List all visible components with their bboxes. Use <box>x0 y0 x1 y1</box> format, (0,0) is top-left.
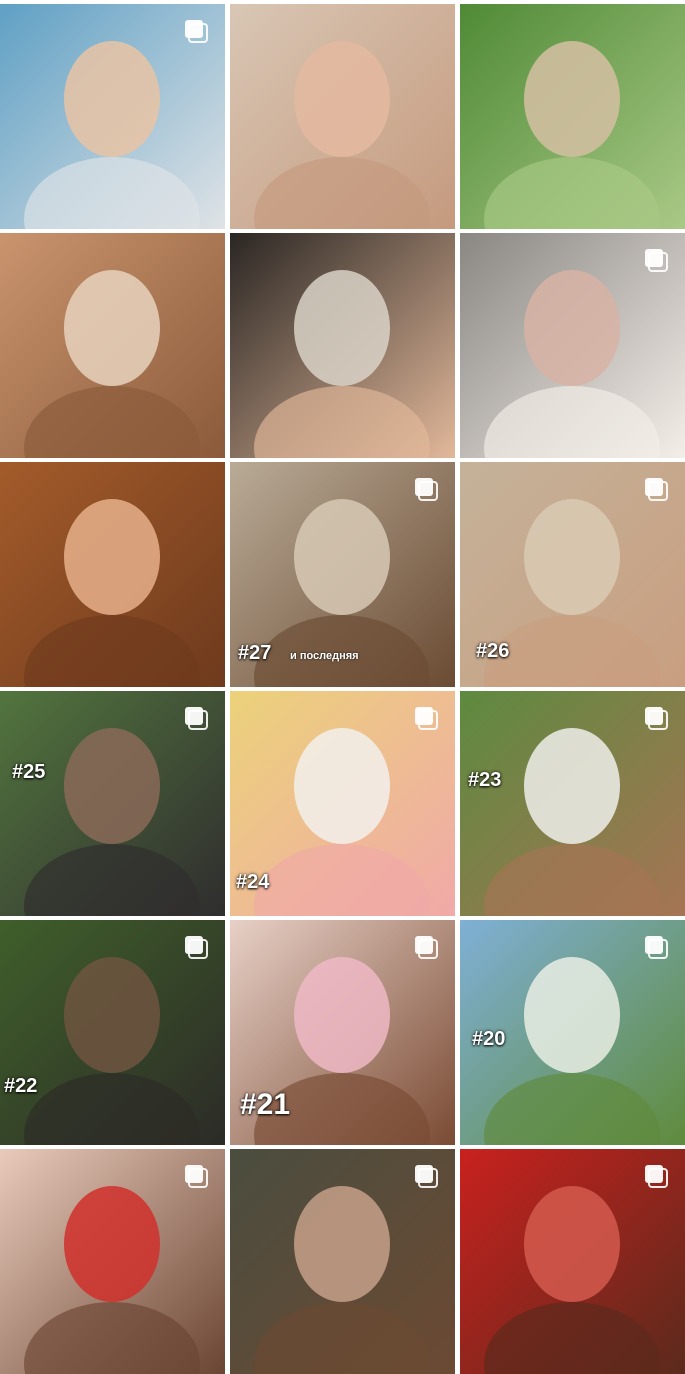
post-thumbnail[interactable]: #27 и последняя <box>230 462 455 687</box>
photo-grid: #27 и последняя #26 #25 #24 #23 #22 #21 #20 <box>0 0 685 1374</box>
post-number-label: #27 <box>238 642 272 664</box>
carousel-icon <box>185 1165 208 1188</box>
post-subcaption: и последняя <box>290 650 359 662</box>
carousel-icon <box>415 936 438 959</box>
carousel-icon <box>415 707 438 730</box>
post-thumbnail[interactable]: #20 <box>460 920 685 1145</box>
post-thumbnail[interactable] <box>0 4 225 229</box>
post-thumbnail[interactable] <box>460 233 685 458</box>
post-number-label: #23 <box>468 769 502 791</box>
post-thumbnail[interactable]: #25 <box>0 691 225 916</box>
smiling-woman-closeup-photo <box>0 462 225 687</box>
post-thumbnail[interactable]: #24 <box>230 691 455 916</box>
carousel-icon <box>645 936 668 959</box>
post-thumbnail[interactable]: #22 <box>0 920 225 1145</box>
woman-in-field-photo <box>460 4 685 229</box>
post-thumbnail[interactable] <box>230 233 455 458</box>
carousel-icon <box>415 1165 438 1188</box>
woman-selfie-photo <box>230 4 455 229</box>
carousel-icon <box>185 20 208 43</box>
carousel-icon <box>415 478 438 501</box>
closeup-face-photo <box>0 233 225 458</box>
post-thumbnail[interactable] <box>460 1149 685 1374</box>
post-thumbnail[interactable] <box>0 462 225 687</box>
post-number-label: #22 <box>4 1075 38 1097</box>
post-thumbnail[interactable]: #23 <box>460 691 685 916</box>
carousel-icon <box>645 707 668 730</box>
post-thumbnail[interactable]: #26 <box>460 462 685 687</box>
post-thumbnail[interactable] <box>0 233 225 458</box>
woman-black-dress-photo <box>230 233 455 458</box>
post-number-label: #20 <box>472 1028 506 1050</box>
post-thumbnail[interactable] <box>460 4 685 229</box>
post-thumbnail[interactable]: #21 <box>230 920 455 1145</box>
post-thumbnail[interactable] <box>230 4 455 229</box>
post-number-label: #24 <box>236 871 270 893</box>
post-number-label: #26 <box>476 640 510 662</box>
post-thumbnail[interactable] <box>230 1149 455 1374</box>
carousel-icon <box>645 478 668 501</box>
post-number-label: #25 <box>12 761 46 783</box>
carousel-icon <box>645 1165 668 1188</box>
carousel-icon <box>645 249 668 272</box>
carousel-icon <box>185 707 208 730</box>
post-thumbnail[interactable] <box>0 1149 225 1374</box>
post-number-label: #21 <box>240 1088 291 1121</box>
carousel-icon <box>185 936 208 959</box>
